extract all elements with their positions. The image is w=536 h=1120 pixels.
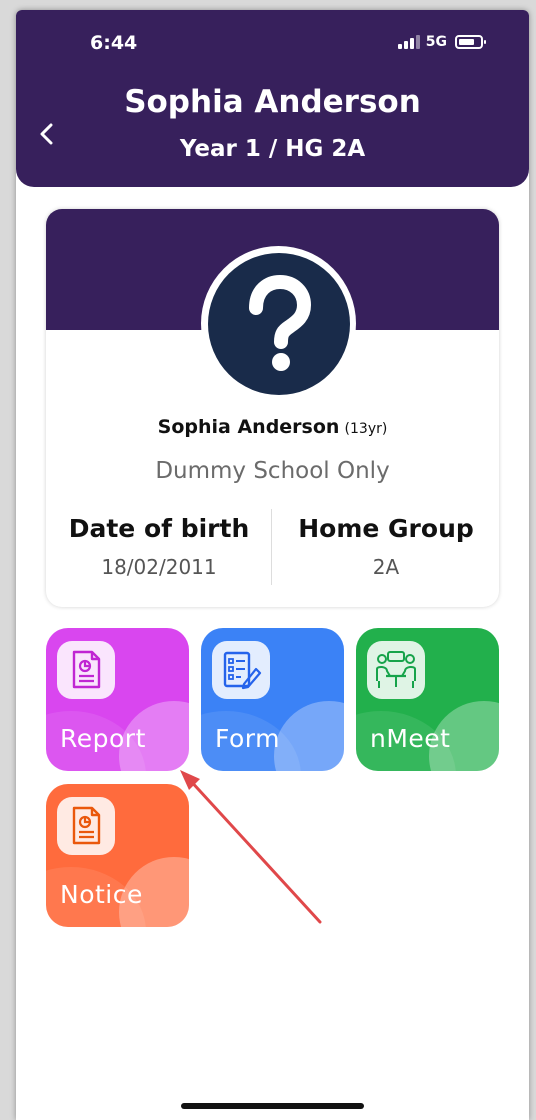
student-age: (13yr) [344,421,388,437]
home-group-section: Home Group 2A [273,514,499,579]
form-tile[interactable]: Form [201,628,344,771]
nmeet-label: nMeet [370,724,451,753]
student-name: Sophia Anderson [157,416,340,438]
status-time: 6:44 [90,32,138,54]
battery-icon [455,35,486,49]
status-indicators: 5G [397,34,486,50]
dob-value: 18/02/2011 [101,555,217,579]
home-group-value: 2A [372,555,400,579]
info-divider [271,509,272,585]
page-title: Sophia Anderson [124,84,421,120]
home-indicator[interactable] [181,1103,364,1109]
report-icon [57,641,115,699]
notice-icon [57,797,115,855]
report-label: Report [60,724,146,753]
tile-decoration [274,701,344,771]
home-group-label: Home Group [298,514,474,543]
signal-icon [397,35,420,49]
notice-label: Notice [60,880,143,909]
network-type: 5G [425,34,447,50]
meeting-icon [367,641,425,699]
school-name: Dummy School Only [155,458,390,484]
report-tile[interactable]: Report [46,628,189,771]
dob-label: Date of birth [68,514,250,543]
student-name-line: Sophia Anderson (13yr) [46,416,499,438]
nmeet-tile[interactable]: nMeet [356,628,499,771]
page-subtitle: Year 1 / HG 2A [179,136,366,162]
form-label: Form [215,724,280,753]
question-mark-icon [207,252,350,395]
avatar [201,246,356,401]
header: 6:44 5G Sophia Anderson Year 1 / HG 2A [16,10,529,187]
dob-section: Date of birth 18/02/2011 [46,514,272,579]
notice-tile[interactable]: Notice [46,784,189,927]
phone-screen: 6:44 5G Sophia Anderson Year 1 / HG 2A S… [16,10,529,1120]
student-profile-card: Sophia Anderson (13yr) Dummy School Only… [46,209,499,607]
form-icon [212,641,270,699]
